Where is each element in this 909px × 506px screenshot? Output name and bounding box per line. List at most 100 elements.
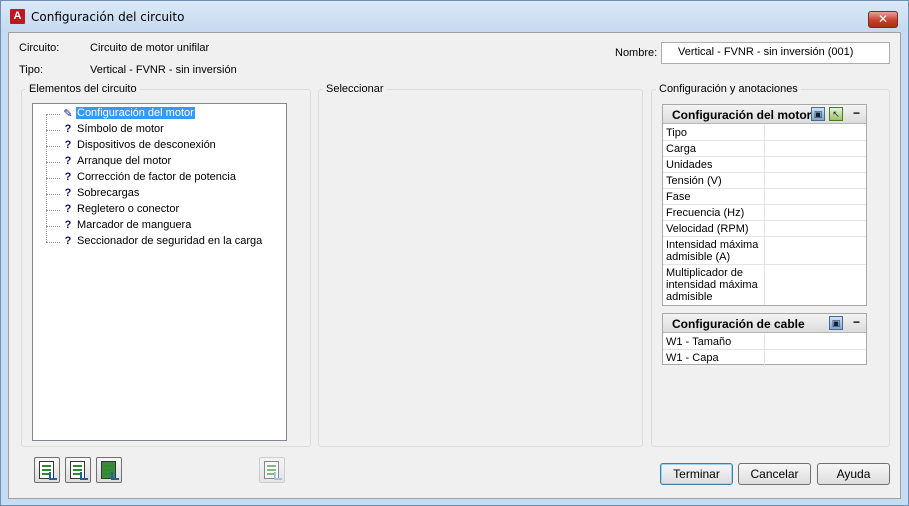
tree-connector: [46, 226, 47, 242]
property-name: Carga: [663, 141, 765, 156]
elementos-group-title: Elementos del circuito: [26, 83, 140, 95]
tree-connector: [46, 146, 60, 147]
pick-cursor-icon[interactable]: ↖: [829, 107, 843, 121]
window-title: Configuración del circuito: [31, 10, 185, 24]
ayuda-button[interactable]: Ayuda: [817, 463, 890, 485]
property-name: W1 - Capa: [663, 350, 765, 365]
property-name: Tensión (V): [663, 173, 765, 188]
dialog-client-area: Circuito: Circuito de motor unifilar Tip…: [8, 32, 901, 499]
motor-row-frecuencia[interactable]: Frecuencia (Hz): [663, 205, 866, 221]
property-name: Velocidad (RPM): [663, 221, 765, 236]
tree-item-label: Seccionador de seguridad en la carga: [77, 235, 263, 247]
tree-item-arranque-motor[interactable]: ? Arranque del motor: [33, 146, 283, 170]
tree-connector: [46, 146, 47, 162]
tree-item-sobrecargas[interactable]: ? Sobrecargas: [33, 178, 283, 202]
motor-row-fase[interactable]: Fase: [663, 189, 866, 205]
save-template-button[interactable]: [34, 457, 60, 483]
tree-item-label: Símbolo de motor: [77, 123, 164, 135]
tipo-value: Vertical - FVNR - sin inversión: [90, 64, 237, 76]
tree-connector: [46, 130, 60, 131]
tree-connector: [46, 162, 47, 178]
cable-row-tamano[interactable]: W1 - Tamaño: [663, 334, 866, 350]
question-icon: ?: [64, 203, 72, 215]
cable-row-capa[interactable]: W1 - Capa: [663, 350, 866, 365]
arrow-icon: [80, 472, 88, 480]
arrow-icon: [49, 472, 57, 480]
seleccionar-group: Seleccionar: [318, 83, 643, 447]
property-name: Frecuencia (Hz): [663, 205, 765, 220]
tree-item-label: Marcador de manguera: [77, 219, 192, 231]
circuito-value: Circuito de motor unifilar: [90, 42, 210, 54]
tree-connector: [46, 114, 47, 130]
tree-item-configuracion-motor[interactable]: ✎ Configuración del motor: [33, 106, 283, 122]
motor-row-multiplicador[interactable]: Multiplicador de intensidad máxima admis…: [663, 265, 866, 305]
configuracion-group-title: Configuración y anotaciones: [656, 83, 801, 95]
tree-connector: [46, 226, 60, 227]
motor-config-panel: Configuración del motor ▣ ↖ − Tipo Carga…: [662, 104, 867, 306]
motor-row-tension[interactable]: Tensión (V): [663, 173, 866, 189]
tree-connector: [46, 114, 60, 115]
tree-connector: [46, 242, 60, 243]
autocad-app-icon: A: [10, 9, 25, 24]
dialog-window: A Configuración del circuito ✕ Circuito:…: [0, 0, 909, 506]
undo-template-button[interactable]: [259, 457, 285, 483]
tree-connector: [46, 210, 60, 211]
load-template-button[interactable]: [65, 457, 91, 483]
tree-item-simbolo-motor[interactable]: ? Símbolo de motor: [33, 114, 283, 138]
question-icon: ?: [64, 155, 72, 167]
tree-item-correccion-factor-potencia[interactable]: ? Corrección de factor de potencia: [33, 162, 283, 186]
question-icon: ?: [64, 139, 72, 151]
question-icon: ?: [64, 123, 72, 135]
motor-row-intensidad[interactable]: Intensidad máxima admisible (A): [663, 237, 866, 265]
tree-item-seccionador-seguridad[interactable]: ? Seccionador de seguridad en la carga: [33, 226, 283, 250]
cable-panel-header[interactable]: Configuración de cable ▣ −: [663, 314, 866, 333]
tree-item-dispositivos-desconexion[interactable]: ? Dispositivos de desconexión: [33, 130, 283, 154]
title-bar[interactable]: A Configuración del circuito ✕: [1, 1, 908, 32]
property-name: Multiplicador de intensidad máxima admis…: [663, 265, 765, 305]
tree-connector: [46, 162, 60, 163]
nombre-label: Nombre:: [615, 47, 658, 59]
question-icon: ?: [64, 187, 72, 199]
tree-connector: [46, 210, 47, 226]
question-icon: ?: [64, 235, 72, 247]
arrow-icon: [111, 472, 119, 480]
tree-connector: [46, 194, 47, 210]
property-name: Fase: [663, 189, 765, 204]
circuit-elements-tree[interactable]: ✎ Configuración del motor ? Símbolo de m…: [32, 103, 287, 441]
motor-row-velocidad[interactable]: Velocidad (RPM): [663, 221, 866, 237]
tree-item-label: Dispositivos de desconexión: [77, 139, 216, 151]
cable-config-panel: Configuración de cable ▣ − W1 - Tamaño W…: [662, 313, 867, 365]
undo-arrow-icon: [274, 472, 282, 480]
question-icon: ?: [64, 171, 72, 183]
tree-item-label: Arranque del motor: [77, 155, 172, 167]
question-icon: ?: [64, 219, 72, 231]
tree-connector: [46, 178, 47, 194]
nombre-field[interactable]: Vertical - FVNR - sin inversión (001): [661, 42, 890, 64]
close-button[interactable]: ✕: [868, 11, 898, 28]
properties-icon[interactable]: ▣: [829, 316, 843, 330]
insert-template-button[interactable]: [96, 457, 122, 483]
property-name: W1 - Tamaño: [663, 334, 765, 349]
property-name: Tipo: [663, 125, 765, 140]
tree-item-marcador-manguera[interactable]: ? Marcador de manguera: [33, 210, 283, 234]
tree-connector: [46, 130, 47, 146]
tree-item-label: Regletero o conector: [77, 203, 180, 215]
motor-panel-title: Configuración del motor: [672, 108, 812, 122]
tree-connector: [46, 178, 60, 179]
collapse-icon[interactable]: −: [853, 315, 860, 329]
motor-row-unidades[interactable]: Unidades: [663, 157, 866, 173]
property-name: Unidades: [663, 157, 765, 172]
circuito-label: Circuito:: [19, 42, 60, 54]
tree-item-label: Sobrecargas: [77, 187, 140, 199]
collapse-icon[interactable]: −: [853, 106, 860, 120]
tipo-label: Tipo:: [19, 64, 44, 76]
motor-panel-header[interactable]: Configuración del motor ▣ ↖ −: [663, 105, 866, 124]
cancelar-button[interactable]: Cancelar: [738, 463, 811, 485]
tree-item-regletero-conector[interactable]: ? Regletero o conector: [33, 194, 283, 218]
motor-row-tipo[interactable]: Tipo: [663, 125, 866, 141]
cable-panel-title: Configuración de cable: [672, 317, 805, 331]
properties-icon[interactable]: ▣: [811, 107, 825, 121]
motor-row-carga[interactable]: Carga: [663, 141, 866, 157]
terminar-button[interactable]: Terminar: [660, 463, 733, 485]
pencil-icon: ✎: [63, 108, 73, 120]
